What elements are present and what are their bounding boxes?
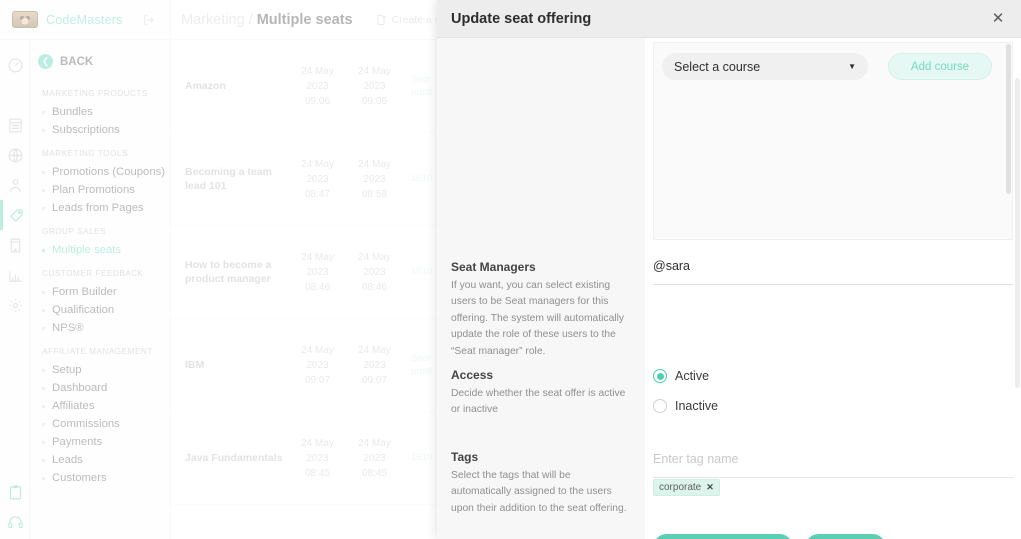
- access-heading: Access: [451, 368, 494, 382]
- modal-scrollbar[interactable]: [1015, 78, 1020, 388]
- course-row: Select a course ▼ Add course: [654, 43, 1012, 80]
- tag-chip-label: corporate: [659, 482, 702, 493]
- access-option-active-label: Active: [675, 369, 710, 383]
- seat-managers-description: If you want, you can select existing use…: [451, 280, 625, 357]
- tags-description-block: Tags Select the tags that will be automa…: [451, 450, 631, 517]
- add-course-button[interactable]: Add course: [888, 53, 992, 80]
- seat-managers-input[interactable]: @sara: [653, 259, 1013, 285]
- modal-title: Update seat offering: [451, 10, 592, 27]
- access-description-block: Access Decide whether the seat offer is …: [451, 368, 631, 419]
- course-selection-panel: Select a course ▼ Add course: [653, 42, 1013, 240]
- app-root: CodeMasters: [0, 0, 1021, 539]
- access-option-inactive-label: Inactive: [675, 399, 719, 413]
- update-seat-offering-modal: Update seat offering ✕ Seat Managers If …: [437, 0, 1021, 539]
- tag-chip-corporate[interactable]: corporate ✕: [653, 479, 720, 496]
- modal-actions: Update seat offering Cancel: [653, 534, 887, 539]
- close-icon[interactable]: ✕: [989, 10, 1007, 28]
- cancel-button[interactable]: Cancel: [804, 534, 887, 539]
- access-option-inactive[interactable]: Inactive: [653, 399, 718, 413]
- access-option-active[interactable]: Active: [653, 369, 709, 383]
- modal-form-column: Select a course ▼ Add course @sara Activ…: [645, 38, 1021, 539]
- modal-header: Update seat offering ✕: [437, 0, 1021, 38]
- update-seat-offering-button[interactable]: Update seat offering: [653, 534, 793, 539]
- course-panel-scrollbar[interactable]: [1006, 44, 1011, 194]
- chevron-down-icon: ▼: [848, 62, 856, 71]
- seat-managers-heading: Seat Managers: [451, 260, 536, 274]
- modal-description-column: Seat Managers If you want, you can selec…: [437, 38, 645, 539]
- access-description: Decide whether the seat offer is active …: [451, 388, 626, 416]
- radio-inactive-icon: [653, 399, 667, 413]
- tags-heading: Tags: [451, 450, 479, 464]
- course-select-value: Select a course: [674, 59, 761, 74]
- tags-description: Select the tags that will be automatical…: [451, 470, 627, 514]
- seat-managers-description-block: Seat Managers If you want, you can selec…: [451, 260, 631, 360]
- course-select[interactable]: Select a course ▼: [662, 53, 868, 80]
- radio-active-icon: [653, 369, 667, 383]
- remove-tag-icon[interactable]: ✕: [706, 482, 714, 493]
- modal-body: Seat Managers If you want, you can selec…: [437, 38, 1021, 539]
- tag-input[interactable]: Enter tag name: [653, 452, 1013, 478]
